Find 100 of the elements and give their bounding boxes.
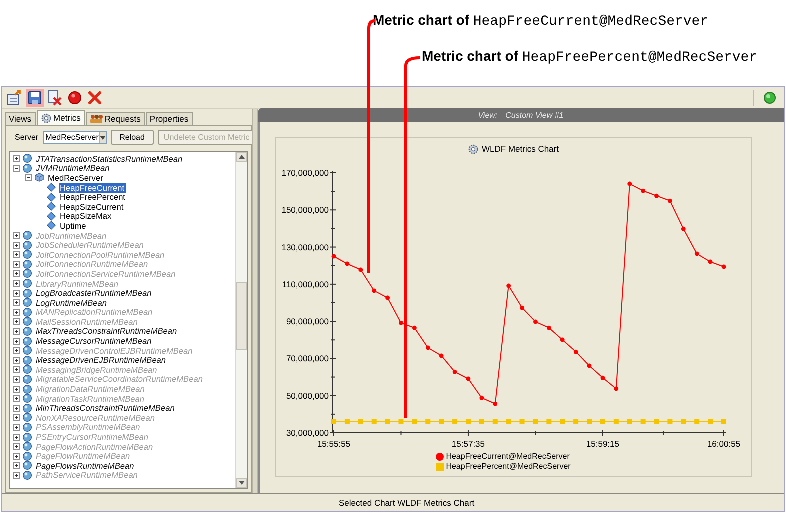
data-point — [654, 419, 660, 424]
collapse-icon[interactable] — [25, 174, 32, 182]
data-point — [668, 419, 673, 424]
data-point — [614, 386, 619, 392]
tab[interactable]: Views — [5, 112, 36, 125]
tab[interactable]: Requests — [86, 112, 145, 125]
expand-icon[interactable] — [13, 404, 20, 412]
sphere-icon — [23, 404, 32, 413]
sphere-icon — [23, 317, 32, 326]
sphere-icon — [23, 308, 32, 317]
scrollbar-thumb[interactable] — [236, 282, 247, 350]
expand-icon[interactable] — [13, 356, 20, 364]
legend-label: HeapFreeCurrent@MedRecServer — [446, 452, 570, 461]
server-dropdown[interactable]: MedRecServer — [42, 131, 107, 144]
x-tick-label: 16:00:55 — [707, 439, 741, 449]
sphere-icon — [23, 452, 32, 461]
legend-label: HeapFreePercent@MedRecServer — [446, 462, 571, 471]
sphere-icon — [23, 365, 32, 374]
data-point — [614, 419, 619, 424]
tree-item[interactable]: HeapSizeMax — [59, 211, 113, 222]
data-point — [506, 284, 512, 288]
expand-icon[interactable] — [13, 328, 20, 335]
x-tick-label: 15:57:35 — [452, 439, 486, 449]
data-point — [681, 226, 686, 232]
sphere-icon — [23, 356, 32, 365]
status-light-icon — [764, 92, 776, 104]
tree-item[interactable]: HeapFreeCurrent — [59, 182, 126, 193]
toolbar-button[interactable] — [66, 88, 84, 106]
sphere-icon — [23, 154, 32, 164]
data-point — [520, 419, 525, 424]
y-tick-label: 30,000,000 — [286, 428, 329, 438]
data-point — [332, 419, 336, 424]
tree-item[interactable]: MaxThreadsConstraintRuntimeMBean — [35, 326, 178, 336]
toolbar-button[interactable] — [46, 88, 64, 106]
data-point — [694, 419, 700, 424]
data-point — [426, 346, 430, 350]
sphere-icon — [23, 422, 32, 432]
sphere-icon — [23, 384, 32, 394]
tree-item[interactable]: LogBroadcasterRuntimeMBean — [35, 288, 153, 298]
y-tick-label: 90,000,000 — [286, 316, 329, 327]
data-point — [574, 419, 579, 424]
data-point — [345, 262, 350, 266]
y-tick-label: 150,000,000 — [282, 205, 329, 216]
x-tick-label: 15:59:15 — [586, 439, 620, 449]
sphere-icon — [23, 326, 32, 336]
close-icon — [87, 90, 103, 106]
record-icon — [67, 90, 83, 106]
expand-icon[interactable] — [13, 338, 20, 345]
tree-item[interactable]: LogRuntimeMBean — [35, 298, 108, 308]
expand-icon[interactable] — [13, 299, 20, 306]
tree-item[interactable]: MessageCursorRuntimeMBean — [35, 336, 153, 346]
tree-item[interactable]: HeapFreePercent — [59, 192, 126, 202]
cube-icon — [35, 173, 44, 182]
tree-item[interactable]: MinThreadsConstraintRuntimeMBean — [35, 403, 176, 414]
data-point — [493, 402, 498, 406]
data-point — [385, 419, 390, 424]
sphere-icon — [23, 432, 32, 442]
expand-icon[interactable] — [13, 462, 20, 470]
gear-icon — [40, 112, 52, 124]
data-point — [332, 254, 336, 259]
tree-item[interactable]: JVMRuntimeMBean — [35, 163, 111, 174]
data-point — [560, 338, 565, 342]
reload-button[interactable]: Reload — [110, 130, 154, 145]
data-point — [439, 419, 444, 424]
tree-item[interactable]: PageFlowsRuntimeMBean — [35, 460, 136, 471]
tree-item[interactable]: HeapSizeCurrent — [59, 202, 125, 212]
sphere-icon — [23, 240, 32, 250]
legend-marker-icon — [436, 462, 444, 470]
sphere-icon — [23, 164, 32, 173]
toolbar-button[interactable] — [6, 88, 24, 106]
data-point — [372, 288, 377, 294]
data-point — [722, 264, 726, 270]
callout-text: Metric chart of HeapFreePercent@MedRecServer — [422, 48, 758, 66]
data-point — [708, 260, 713, 264]
y-tick-label: 50,000,000 — [286, 390, 329, 401]
data-point — [668, 198, 672, 204]
scrollbar[interactable] — [235, 152, 247, 488]
data-point — [654, 194, 659, 198]
expand-icon[interactable] — [13, 290, 20, 297]
data-point — [412, 419, 418, 424]
collapse-icon[interactable] — [13, 164, 20, 172]
data-point — [452, 419, 458, 424]
data-point — [344, 419, 350, 424]
gear-icon — [468, 144, 479, 154]
toolbar-button[interactable] — [26, 88, 44, 106]
data-point — [708, 419, 714, 424]
data-point — [399, 320, 404, 326]
data-point — [426, 419, 431, 424]
tab[interactable]: Metrics — [36, 110, 85, 125]
tree-item[interactable]: MedRecServer — [47, 172, 104, 183]
expand-icon[interactable] — [13, 155, 20, 162]
data-point — [694, 252, 700, 256]
tree-item[interactable]: Uptime — [59, 220, 88, 231]
tree-item[interactable]: MessageDrivenEJBRuntimeMBean — [35, 355, 168, 366]
tab[interactable]: Properties — [146, 112, 193, 125]
tree-item[interactable]: JTATransactionStatisticsRuntimeMBean — [35, 154, 184, 164]
y-tick-label: 130,000,000 — [282, 242, 329, 252]
data-point — [466, 419, 471, 424]
data-point — [641, 188, 646, 194]
export-icon — [7, 90, 23, 106]
